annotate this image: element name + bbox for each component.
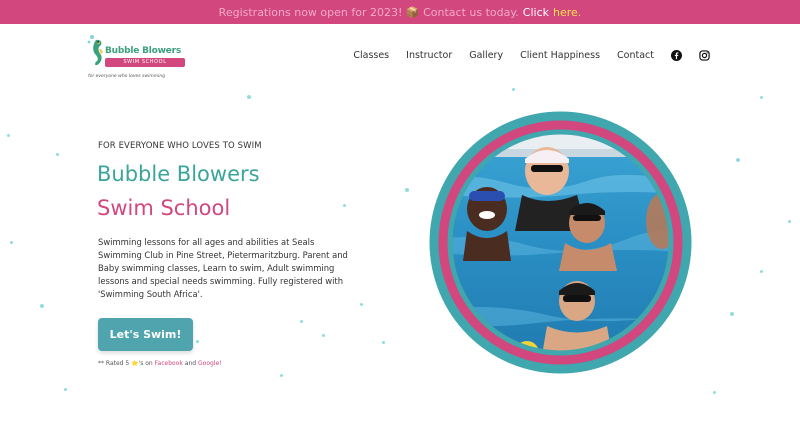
hero-title-line2: Swim School	[97, 196, 231, 220]
bubble-decoration	[360, 303, 363, 306]
bubble-decoration	[730, 312, 734, 316]
bubble-decoration	[512, 88, 515, 91]
logo-subtitle: SWIM SCHOOL	[105, 58, 185, 67]
bubble-decoration	[247, 95, 251, 99]
rating-and: and	[184, 360, 197, 367]
hero-description: Swimming lessons for all ages and abilit…	[98, 237, 348, 299]
logo[interactable]: Bubble Blowers SWIM SCHOOL for everyone …	[86, 34, 186, 80]
facebook-icon[interactable]	[671, 50, 682, 61]
bubble-decoration	[7, 134, 10, 137]
main-nav: Classes Instructor Gallery Client Happin…	[336, 50, 710, 61]
hero-tagline: FOR EVERYONE WHO LOVES TO SWIM	[98, 141, 262, 151]
promo-here-link[interactable]: here.	[553, 6, 581, 19]
nav-item-client-happiness[interactable]: Client Happiness	[520, 50, 600, 61]
bubble-decoration	[736, 158, 740, 162]
bubble-decoration	[40, 304, 44, 308]
site-header: Bubble Blowers SWIM SCHOOL for everyone …	[0, 24, 800, 88]
bubble-decoration	[10, 241, 13, 244]
promo-bar: Registrations now open for 2023! 📦 Conta…	[0, 0, 800, 24]
bubble-decoration	[405, 188, 409, 192]
bubble-decoration	[788, 220, 791, 223]
promo-click-link[interactable]: Click	[523, 6, 549, 19]
bubble-decoration	[343, 204, 346, 207]
rating-note: ** Rated 5 ⭐'s on Facebook and Google!	[98, 360, 222, 367]
bubble-decoration	[713, 391, 716, 394]
bubble-decoration	[760, 270, 763, 273]
bubble-decoration	[64, 388, 67, 391]
bubble-decoration	[300, 320, 303, 323]
bubble-decoration	[322, 334, 325, 337]
bubble-decoration	[760, 96, 763, 99]
hero-section: FOR EVERYONE WHO LOVES TO SWIM Bubble Bl…	[0, 88, 800, 432]
promo-text: Registrations now open for 2023! 📦 Conta…	[218, 5, 519, 19]
instagram-icon[interactable]	[699, 50, 710, 61]
nav-item-contact[interactable]: Contact	[617, 50, 654, 61]
lets-swim-button[interactable]: Let's Swim!	[98, 318, 193, 351]
bubble-decoration	[280, 374, 283, 377]
google-link[interactable]: Google!	[198, 360, 222, 367]
nav-item-gallery[interactable]: Gallery	[469, 50, 503, 61]
bubble-decoration	[56, 153, 59, 156]
bubble-decoration	[382, 341, 385, 344]
logo-title: Bubble Blowers	[105, 46, 182, 56]
hero-photo	[429, 111, 692, 374]
nav-item-classes[interactable]: Classes	[353, 50, 389, 61]
logo-tagline: for everyone who loves swimming	[88, 74, 166, 79]
facebook-link[interactable]: Facebook	[155, 360, 183, 367]
rating-prefix: ** Rated 5 ⭐'s on	[98, 360, 153, 367]
bubble-decoration	[196, 340, 199, 343]
nav-item-instructor[interactable]: Instructor	[406, 50, 452, 61]
hero-title-line1: Bubble Blowers	[97, 162, 260, 186]
